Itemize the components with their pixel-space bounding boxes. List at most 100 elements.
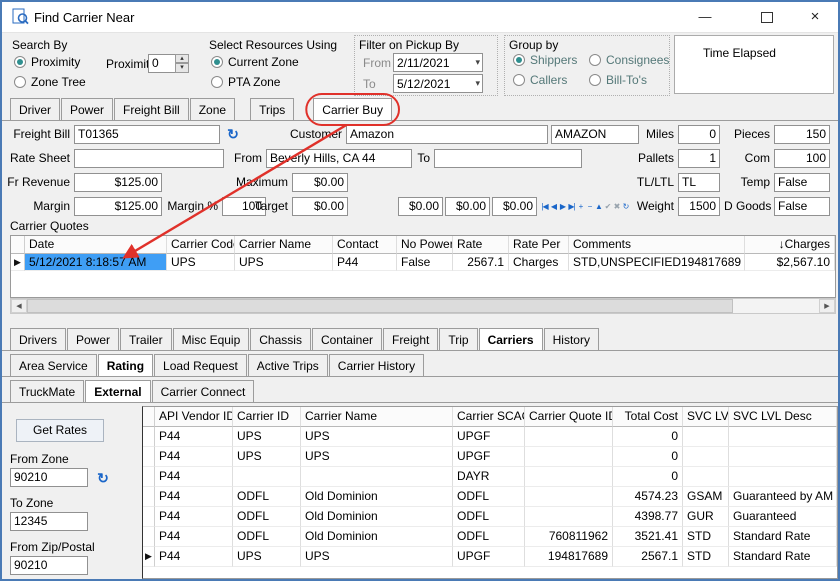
cell[interactable] <box>525 487 613 507</box>
subsubtab-truckmate[interactable]: TruckMate <box>10 380 84 402</box>
customer-code-input[interactable]: AMAZON <box>551 125 639 144</box>
cell[interactable] <box>525 507 613 527</box>
rate-row[interactable]: P44UPSUPSUPGF0 <box>143 447 837 467</box>
cell[interactable]: False <box>397 254 453 271</box>
nav-post-button[interactable]: ✔ <box>603 198 612 215</box>
cell[interactable]: ODFL <box>453 487 525 507</box>
cell[interactable]: UPS <box>301 547 453 567</box>
tab-trip[interactable]: Trip <box>439 328 477 350</box>
subtab-rating[interactable]: Rating <box>98 354 153 376</box>
cell[interactable]: STD,UNSPECIFIED194817689 <box>569 254 745 271</box>
get-rates-button[interactable]: Get Rates <box>16 419 104 442</box>
top-tab-power[interactable]: Power <box>61 98 113 120</box>
amount2-input[interactable]: $0.00 <box>445 197 490 216</box>
cell[interactable]: UPS <box>301 447 453 467</box>
from-zip-input[interactable]: 90210 <box>10 556 88 575</box>
cell[interactable]: UPGF <box>453 427 525 447</box>
nav-prior-button[interactable]: ◀ <box>549 198 558 215</box>
cell[interactable]: 5/12/2021 8:18:57 AM <box>25 254 167 271</box>
cell[interactable]: STD <box>683 547 729 567</box>
quote-row[interactable]: ▶5/12/2021 8:18:57 AMUPSUPSP44False2567.… <box>11 254 835 271</box>
cell[interactable] <box>525 447 613 467</box>
miles-input[interactable]: 0 <box>678 125 720 144</box>
column-header-carrier-id[interactable]: Carrier ID <box>233 407 301 427</box>
cell[interactable]: Standard Rate <box>729 527 837 547</box>
cell[interactable]: Old Dominion <box>301 507 453 527</box>
cell[interactable]: P44 <box>155 547 233 567</box>
group-by-radio-bill-to-s[interactable]: Bill-To's <box>589 70 669 90</box>
column-header-contact[interactable]: Contact <box>333 236 397 254</box>
to-date-combo[interactable]: 5/12/2021 ▾ <box>393 74 483 93</box>
from-zone-input[interactable]: 90210 <box>10 468 88 487</box>
cell[interactable]: Guaranteed by AM <box>729 487 837 507</box>
to-input[interactable] <box>434 149 582 168</box>
tab-history[interactable]: History <box>544 328 599 350</box>
cell[interactable]: UPS <box>235 254 333 271</box>
tab-power[interactable]: Power <box>67 328 119 350</box>
cell[interactable]: 0 <box>613 427 683 447</box>
amount3-input[interactable]: $0.00 <box>492 197 537 216</box>
cell[interactable]: ODFL <box>233 487 301 507</box>
top-tab-carrier-buy[interactable]: Carrier Buy <box>313 98 392 120</box>
cell[interactable]: ODFL <box>453 507 525 527</box>
group-by-radio-callers[interactable]: Callers <box>513 70 587 90</box>
cell[interactable] <box>683 447 729 467</box>
group-by-radio-shippers[interactable]: Shippers <box>513 50 587 70</box>
cell[interactable]: DAYR <box>453 467 525 487</box>
cell[interactable]: P44 <box>155 427 233 447</box>
target-input[interactable]: $0.00 <box>292 197 348 216</box>
cell[interactable]: 4574.23 <box>613 487 683 507</box>
cell[interactable]: P44 <box>155 527 233 547</box>
cell[interactable]: ODFL <box>233 527 301 547</box>
subtab-carrier-history[interactable]: Carrier History <box>329 354 424 376</box>
maximize-button[interactable] <box>752 5 782 28</box>
maximum-input[interactable]: $0.00 <box>292 173 348 192</box>
pieces-input[interactable]: 150 <box>774 125 830 144</box>
nav-last-button[interactable]: ▶| <box>567 198 576 215</box>
rate-sheet-input[interactable] <box>74 149 224 168</box>
rate-row[interactable]: ▶P44UPSUPSUPGF1948176892567.1STDStandard… <box>143 547 837 567</box>
nav-cancel-button[interactable]: ✖ <box>612 198 621 215</box>
temp-input[interactable]: False <box>774 173 830 192</box>
tab-misc-equip[interactable]: Misc Equip <box>173 328 250 350</box>
tab-freight[interactable]: Freight <box>383 328 438 350</box>
column-header-rate-per[interactable]: Rate Per <box>509 236 569 254</box>
cell[interactable]: P44 <box>333 254 397 271</box>
column-header-date[interactable]: Date <box>25 236 167 254</box>
rate-row[interactable]: P44UPSUPSUPGF0 <box>143 427 837 447</box>
cell[interactable]: UPS <box>167 254 235 271</box>
cell[interactable]: UPGF <box>453 547 525 567</box>
subtab-active-trips[interactable]: Active Trips <box>248 354 328 376</box>
column-header-carrier-name[interactable]: Carrier Name <box>235 236 333 254</box>
cell[interactable] <box>683 427 729 447</box>
spinner-down-icon[interactable]: ▾ <box>175 63 189 73</box>
column-header-rate[interactable]: Rate <box>453 236 509 254</box>
cell[interactable]: P44 <box>155 447 233 467</box>
cell[interactable]: 0 <box>613 447 683 467</box>
cell[interactable]: GUR <box>683 507 729 527</box>
freight-bill-refresh-button[interactable]: ↻ <box>224 125 242 143</box>
titlebar[interactable]: Find Carrier Near — × <box>2 2 838 33</box>
cell[interactable]: GSAM <box>683 487 729 507</box>
column-header-carrier-name[interactable]: Carrier Name <box>301 407 453 427</box>
tab-chassis[interactable]: Chassis <box>250 328 311 350</box>
column-header-carrier-scac[interactable]: Carrier SCAC <box>453 407 525 427</box>
cell[interactable]: UPS <box>233 547 301 567</box>
rate-row[interactable]: P44DAYR0 <box>143 467 837 487</box>
close-button[interactable]: × <box>800 5 830 28</box>
cell[interactable]: UPGF <box>453 447 525 467</box>
cell[interactable]: 194817689 <box>525 547 613 567</box>
margin-input[interactable]: $125.00 <box>74 197 162 216</box>
subtab-load-request[interactable]: Load Request <box>154 354 247 376</box>
cell[interactable] <box>729 427 837 447</box>
column-header-total-cost[interactable]: Total Cost <box>613 407 683 427</box>
nav-first-button[interactable]: |◀ <box>540 198 549 215</box>
pallets-input[interactable]: 1 <box>678 149 720 168</box>
search-by-radio-zone-tree[interactable]: Zone Tree <box>14 72 86 92</box>
column-header-api-vendor-id[interactable]: API Vendor ID <box>155 407 233 427</box>
cell[interactable]: 760811962 <box>525 527 613 547</box>
cell[interactable]: P44 <box>155 487 233 507</box>
dropdown-icon[interactable]: ▾ <box>475 78 480 88</box>
column-header-carrier-quote-id[interactable]: Carrier Quote ID <box>525 407 613 427</box>
amount1-input[interactable]: $0.00 <box>398 197 443 216</box>
